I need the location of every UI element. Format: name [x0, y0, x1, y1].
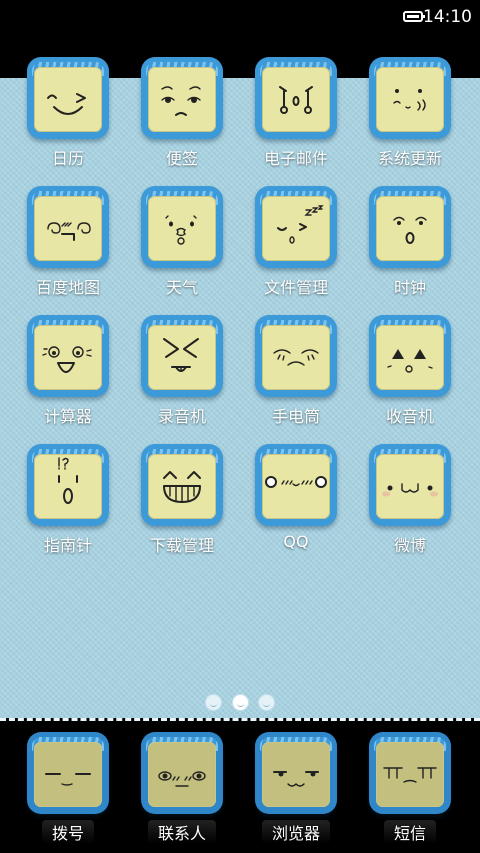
- page-indicator[interactable]: [0, 695, 480, 715]
- app-icon-calculator[interactable]: 计算器: [13, 315, 123, 427]
- app-label: 系统更新: [377, 149, 442, 168]
- app-icon-file-manager[interactable]: 文件管理: [241, 186, 351, 298]
- surprised-face-icon: [141, 186, 223, 268]
- battery-icon: [403, 11, 425, 22]
- amazed-face-icon: [369, 186, 451, 268]
- app-icon-weather[interactable]: 天气: [127, 186, 237, 298]
- divider: [0, 718, 480, 721]
- app-icon-clock[interactable]: 时钟: [355, 186, 465, 298]
- app-icon-download-manager[interactable]: 下载管理: [127, 444, 237, 556]
- app-label: 便签: [165, 149, 198, 168]
- app-icon-recorder[interactable]: 录音机: [127, 315, 237, 427]
- app-icon-radio[interactable]: 收音机: [355, 315, 465, 427]
- cat-face-icon: [369, 444, 451, 526]
- status-time: 14:10: [423, 7, 472, 27]
- dizzy-face-icon: [27, 186, 109, 268]
- app-label: 手电筒: [271, 407, 320, 426]
- staring-face-icon: [141, 732, 223, 814]
- shocked-face-icon: [255, 57, 337, 139]
- squinting-tongue-face-icon: [141, 315, 223, 397]
- page-dot-3[interactable]: [258, 695, 274, 710]
- app-label: 录音机: [157, 407, 206, 426]
- app-icon-calendar[interactable]: 日历: [13, 57, 123, 169]
- dock-label: 浏览器: [261, 820, 330, 844]
- app-label: 电子邮件: [263, 149, 328, 168]
- smirk-face-icon: [27, 732, 109, 814]
- app-label: 微博: [393, 536, 426, 555]
- sleepy-face-icon: [255, 186, 337, 268]
- app-label: 收音机: [385, 407, 434, 426]
- app-icon-compass[interactable]: 指南针: [13, 444, 123, 556]
- dock-icon-contacts[interactable]: 联系人: [127, 732, 237, 844]
- big-grin-face-icon: [141, 444, 223, 526]
- dock-icon-dialer[interactable]: 拨号: [13, 732, 123, 844]
- app-icon-weibo[interactable]: 微博: [355, 444, 465, 556]
- status-bar: 14:10: [0, 0, 480, 36]
- dock-icon-messages[interactable]: 短信: [355, 732, 465, 844]
- bored-face-icon: [369, 732, 451, 814]
- app-label: 百度地图: [35, 278, 100, 297]
- app-label: 指南针: [43, 536, 92, 555]
- app-icon-flashlight[interactable]: 手电筒: [241, 315, 351, 427]
- app-label: 天气: [165, 278, 198, 297]
- grinning-face-icon: [27, 57, 109, 139]
- smug-cat-face-icon: [255, 732, 337, 814]
- dock-label: 拨号: [41, 820, 94, 844]
- app-icon-system-update[interactable]: 系统更新: [355, 57, 465, 169]
- blushing-face-icon: [255, 444, 337, 526]
- page-dot-1[interactable]: [206, 695, 222, 710]
- laughing-face-icon: [27, 315, 109, 397]
- dock-label: 短信: [383, 820, 436, 844]
- app-label: 日历: [51, 149, 84, 168]
- app-label: 下载管理: [149, 536, 214, 555]
- dock: 拨号 联系人 浏览器 短信: [0, 722, 480, 853]
- dock-icon-browser[interactable]: 浏览器: [241, 732, 351, 844]
- app-icon-baidu-map[interactable]: 百度地图: [13, 186, 123, 298]
- app-label: 文件管理: [263, 278, 328, 297]
- app-icon-email[interactable]: 电子邮件: [241, 57, 351, 169]
- sad-face-icon: [255, 315, 337, 397]
- page-dot-2[interactable]: [232, 695, 248, 710]
- app-label: 时钟: [393, 278, 426, 297]
- sweating-face-icon: [369, 57, 451, 139]
- app-label: QQ: [283, 532, 309, 551]
- confused-face-icon: [27, 444, 109, 526]
- app-icon-notes[interactable]: 便签: [127, 57, 237, 169]
- worried-face-icon: [141, 57, 223, 139]
- app-icon-qq[interactable]: QQ: [241, 444, 351, 551]
- dock-label: 联系人: [147, 820, 216, 844]
- angry-face-icon: [369, 315, 451, 397]
- app-label: 计算器: [43, 407, 92, 426]
